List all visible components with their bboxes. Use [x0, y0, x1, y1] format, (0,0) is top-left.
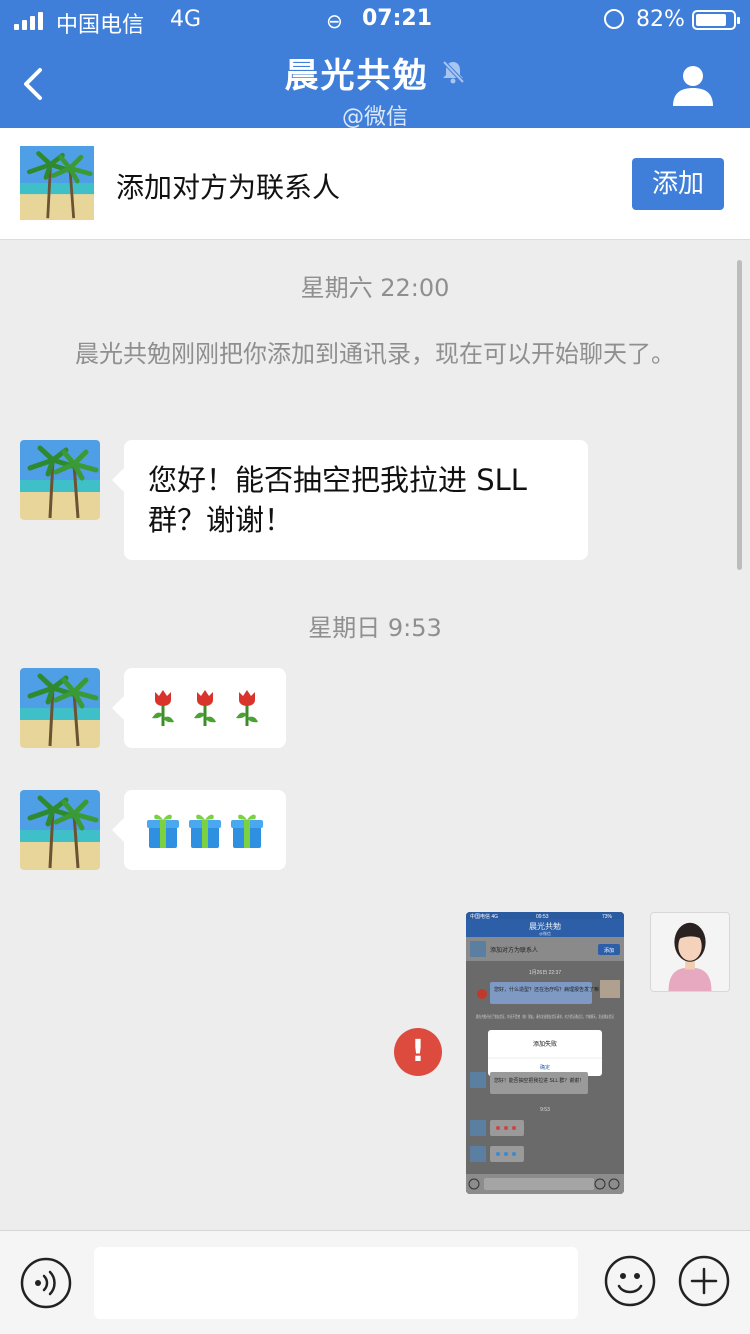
- gift-icon: [189, 814, 221, 848]
- my-avatar[interactable]: [650, 912, 730, 992]
- thumb-timestamp: 1月26日 22:37: [529, 970, 561, 976]
- thumb-reply-text: 您好，什么造型？还在治疗吗？病理报告发了嘛: [494, 986, 599, 993]
- battery-percent: 82%: [636, 7, 685, 32]
- chat-subtitle: @微信: [341, 105, 408, 130]
- add-contact-button[interactable]: 添加: [632, 158, 724, 210]
- thumb-status-left: 中国电信 4G: [470, 913, 498, 920]
- input-bar: [0, 1230, 750, 1334]
- thumb-dialog-title: 添加失败: [533, 1040, 557, 1048]
- thumb-subtitle: @微信: [539, 930, 551, 936]
- chat-area[interactable]: 星期六 22:00 晨光共勉刚刚把你添加到通讯录，现在可以开始聊天了。 您好！能…: [0, 240, 750, 1230]
- message-input[interactable]: [94, 1247, 578, 1319]
- more-actions-icon[interactable]: [678, 1255, 730, 1307]
- thumb-title: 晨光共勉: [529, 921, 561, 931]
- status-bar: 中国电信 4G ⊖ 07:21 82%: [0, 0, 750, 40]
- message-bubble[interactable]: 您好！能否抽空把我拉进 SLL 群？谢谢！: [112, 440, 588, 560]
- emoji-message-bubble[interactable]: [112, 668, 286, 748]
- thumb-add-text: 添加对方为联系人: [490, 946, 538, 954]
- sender-avatar[interactable]: [20, 790, 100, 870]
- rose-icon: [194, 690, 216, 726]
- add-contact-text: 添加对方为联系人: [116, 171, 341, 204]
- emoji-picker-icon[interactable]: [604, 1255, 656, 1307]
- contact-avatar[interactable]: [20, 146, 94, 220]
- signal-icon: [14, 10, 43, 30]
- rose-icon: [236, 690, 258, 726]
- timestamp: 星期日 9:53: [308, 614, 442, 642]
- send-failed-icon[interactable]: !: [394, 1028, 442, 1076]
- battery-icon: [692, 10, 740, 30]
- voice-input-icon[interactable]: [20, 1257, 72, 1309]
- thumb-notice-text: 晨光共勉开启了朋友验证，你还不是他（她）朋友。请先发送朋友验证请求，对方验证通过…: [476, 1013, 614, 1019]
- thumb-timestamp-2: 9:53: [540, 1107, 550, 1113]
- chat-title-block: 晨光共勉 @微信: [0, 48, 750, 131]
- carrier-name: 中国电信: [56, 13, 145, 38]
- rose-icon: [152, 690, 174, 726]
- network-type: 4G: [170, 7, 202, 32]
- sent-screenshot-image[interactable]: 中国电信 4G 09:53 73% 晨光共勉 @微信 添加对方为联系人 添加 1…: [466, 912, 624, 1194]
- sender-avatar[interactable]: [20, 440, 100, 520]
- mute-bell-icon: [442, 60, 464, 84]
- nav-bar: 晨光共勉 @微信: [0, 40, 750, 131]
- thumb-message-text: 您好！能否抽空把我拉进 SLL 群？谢谢！: [494, 1077, 584, 1084]
- emoji-message-bubble[interactable]: [112, 790, 286, 870]
- scrollbar[interactable]: [737, 260, 742, 570]
- sender-avatar[interactable]: [20, 668, 100, 748]
- gift-icon: [147, 814, 179, 848]
- link-icon: ⊖: [326, 9, 343, 33]
- rotation-lock-icon: [604, 9, 624, 29]
- chat-title: 晨光共勉: [284, 56, 429, 96]
- gift-icon: [231, 814, 263, 848]
- timestamp: 星期六 22:00: [300, 274, 450, 302]
- system-message: 晨光共勉刚刚把你添加到通讯录，现在可以开始聊天了。: [75, 340, 675, 368]
- add-contact-banner: 添加对方为联系人 添加: [0, 128, 750, 240]
- contact-profile-icon[interactable]: [670, 62, 716, 108]
- status-time: 07:21: [362, 6, 433, 31]
- thumb-add-button: 添加: [604, 947, 614, 954]
- thumb-dialog-button: 确定: [540, 1064, 550, 1071]
